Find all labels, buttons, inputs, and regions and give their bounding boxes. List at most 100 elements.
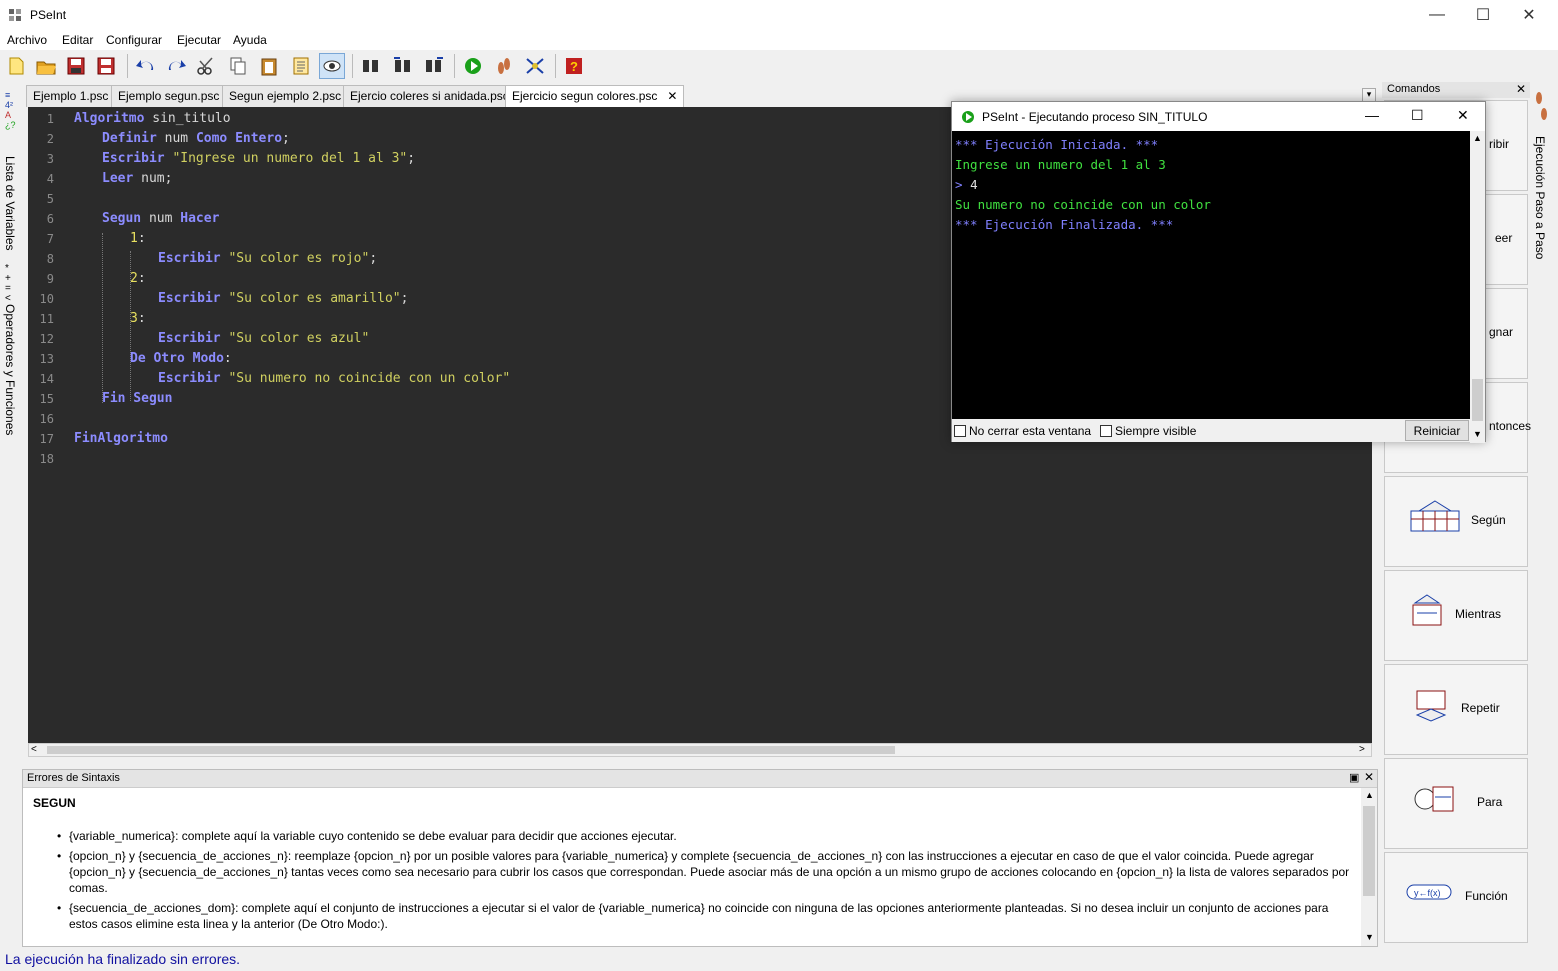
para-icon xyxy=(1414,786,1454,812)
flowchart-icon[interactable] xyxy=(522,53,548,79)
menu-bar: Archivo Editar Configurar Ejecutar Ayuda xyxy=(0,30,1558,50)
scroll-right-icon[interactable]: > xyxy=(1359,744,1365,755)
execution-console[interactable]: *** Ejecución Iniciada. *** Ingrese un n… xyxy=(952,131,1470,419)
new-file-icon[interactable] xyxy=(3,53,29,79)
cut-icon[interactable] xyxy=(193,53,219,79)
scroll-up-icon[interactable]: ▲ xyxy=(1365,790,1374,800)
repetir-icon xyxy=(1415,690,1447,722)
run-icon xyxy=(962,111,974,123)
open-file-icon[interactable] xyxy=(33,53,59,79)
help-heading: SEGUN xyxy=(33,796,76,810)
menu-archivo[interactable]: Archivo xyxy=(7,33,47,47)
no-close-checkbox[interactable] xyxy=(954,425,966,437)
save-as-icon[interactable] xyxy=(93,53,119,79)
maximize-button[interactable]: ☐ xyxy=(1460,0,1506,30)
code-line-15: Fin Segun xyxy=(102,391,173,406)
save-icon[interactable] xyxy=(63,53,89,79)
redo-icon[interactable] xyxy=(163,53,189,79)
title-bar: PSeInt — ☐ ✕ xyxy=(0,0,1558,30)
copy-icon[interactable] xyxy=(225,53,251,79)
editor-horizontal-scrollbar[interactable]: < > xyxy=(28,743,1372,757)
help-icon[interactable]: ? xyxy=(561,53,587,79)
menu-ejecutar[interactable]: Ejecutar xyxy=(177,33,221,47)
steps-icon xyxy=(1533,88,1549,131)
segun-icon xyxy=(1410,500,1460,532)
code-line-11: 3: xyxy=(130,311,146,326)
cmd-mientras-button[interactable]: Mientras xyxy=(1384,570,1528,661)
tabs-dropdown-icon[interactable]: ▾ xyxy=(1362,88,1376,102)
restore-panel-icon[interactable]: ▣ xyxy=(1349,771,1359,784)
paste-icon[interactable] xyxy=(256,53,282,79)
restart-button[interactable]: Reiniciar xyxy=(1405,420,1469,441)
code-line-1: Algoritmo sin_titulo xyxy=(74,111,231,126)
tab-ejercio-coleres[interactable]: Ejercio coleres si anidada.psc xyxy=(343,85,516,107)
scroll-thumb[interactable] xyxy=(1363,806,1375,896)
tab-ejemplo-segun[interactable]: Ejemplo segun.psc xyxy=(111,85,227,107)
line-number: 4 xyxy=(46,172,54,186)
step-by-step-icon[interactable] xyxy=(491,53,517,79)
variables-icon: ≡ 4² A ¿? xyxy=(5,90,16,130)
tab-segun-ejemplo-2[interactable]: Segun ejemplo 2.psc xyxy=(222,85,349,107)
errors-scrollbar[interactable]: ▲ ▼ xyxy=(1361,788,1377,946)
cmd-para-button[interactable]: Para xyxy=(1384,758,1528,849)
errors-panel-header: Errores de Sintaxis ▣ ✕ xyxy=(23,770,1377,788)
run-icon[interactable] xyxy=(460,53,486,79)
exec-minimize-button[interactable]: — xyxy=(1365,107,1379,123)
step-by-step-tab[interactable]: Ejecución Paso a Paso xyxy=(1533,136,1547,259)
search-icon[interactable] xyxy=(358,53,384,79)
code-line-13: De Otro Modo: xyxy=(130,351,232,366)
syntax-errors-panel: Errores de Sintaxis ▣ ✕ SEGUN {variable_… xyxy=(22,769,1378,947)
replace-icon[interactable] xyxy=(421,53,447,79)
console-line: Ingrese un numero del 1 al 3 xyxy=(955,157,1166,172)
menu-ayuda[interactable]: Ayuda xyxy=(233,33,267,47)
errors-panel-body: SEGUN {variable_numerica}: complete aquí… xyxy=(33,796,1353,936)
exec-maximize-button[interactable]: ☐ xyxy=(1411,107,1424,124)
operators-functions-tab[interactable]: Operadores y Funciones xyxy=(3,304,17,435)
find-next-icon[interactable] xyxy=(390,53,416,79)
operators-icon: * + = < xyxy=(5,263,11,304)
always-visible-checkbox[interactable] xyxy=(1100,425,1112,437)
tab-ejemplo-1[interactable]: Ejemplo 1.psc xyxy=(26,85,116,107)
help-item: {secuencia_de_acciones_dom}: complete aq… xyxy=(57,900,1353,932)
svg-text:?: ? xyxy=(570,59,578,74)
code-line-2: Definir num Como Entero; xyxy=(102,131,290,146)
line-number: 11 xyxy=(39,312,54,326)
code-line-9: 2: xyxy=(130,271,146,286)
scroll-down-icon[interactable]: ▼ xyxy=(1473,429,1482,439)
scroll-left-icon[interactable]: < xyxy=(31,744,37,755)
tab-ejercicio-segun-colores[interactable]: Ejercicio segun colores.psc ✕ xyxy=(505,85,685,108)
minimize-button[interactable]: — xyxy=(1414,0,1460,30)
code-line-14: Escribir "Su numero no coincide con un c… xyxy=(158,371,511,386)
indent-icon[interactable] xyxy=(288,53,314,79)
close-tab-icon[interactable]: ✕ xyxy=(667,89,677,103)
line-number: 2 xyxy=(46,132,54,146)
scroll-down-icon[interactable]: ▼ xyxy=(1365,932,1374,942)
left-sidebar: ≡ 4² A ¿? Lista de Variables * + = < Operadore… xyxy=(0,84,22,524)
menu-configurar[interactable]: Configurar xyxy=(106,33,162,47)
cmd-funcion-button[interactable]: y←f(x) Función xyxy=(1384,852,1528,943)
menu-editar[interactable]: Editar xyxy=(62,33,93,47)
commands-panel-header: Comandos ✕ xyxy=(1382,82,1530,98)
line-number: 16 xyxy=(39,412,54,426)
close-button[interactable]: ✕ xyxy=(1506,0,1552,30)
close-panel-icon[interactable]: ✕ xyxy=(1364,770,1374,784)
variables-list-tab[interactable]: Lista de Variables xyxy=(3,156,17,251)
mientras-icon xyxy=(1412,594,1442,626)
always-visible-label: Siempre visible xyxy=(1115,424,1197,438)
line-number: 6 xyxy=(46,212,54,226)
inspect-icon[interactable] xyxy=(319,53,345,79)
close-commands-icon[interactable]: ✕ xyxy=(1516,82,1526,96)
cmd-repetir-button[interactable]: Repetir xyxy=(1384,664,1528,755)
scroll-up-icon[interactable]: ▲ xyxy=(1473,133,1482,143)
cmd-segun-button[interactable]: Según xyxy=(1384,476,1528,567)
undo-icon[interactable] xyxy=(133,53,159,79)
funcion-icon: y←f(x) xyxy=(1406,884,1452,900)
scroll-thumb[interactable] xyxy=(47,746,895,754)
exec-close-button[interactable]: ✕ xyxy=(1457,107,1469,124)
line-number: 10 xyxy=(39,292,54,306)
console-scrollbar[interactable]: ▲ ▼ xyxy=(1470,131,1485,443)
scroll-thumb[interactable] xyxy=(1472,379,1483,421)
line-number: 15 xyxy=(39,392,54,406)
pseint-app-icon xyxy=(8,8,22,22)
status-bar: La ejecución ha finalizado sin errores. xyxy=(5,951,241,967)
